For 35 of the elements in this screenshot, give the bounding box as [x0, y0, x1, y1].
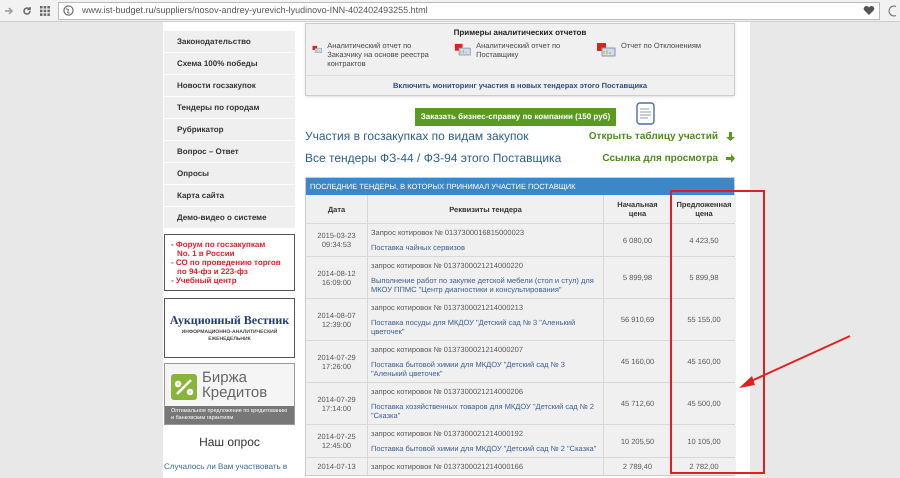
section-link[interactable]: Участия в госзакупках по видам закупок [305, 127, 589, 146]
promo-line: - СО по проведению торгов [171, 258, 282, 267]
banner-title: Кредитов [202, 385, 268, 400]
down-arrow-icon [726, 132, 735, 141]
document-icon[interactable] [636, 102, 656, 125]
promo-line: No. 1 в России [176, 249, 236, 258]
banner-title: Аукционный Вестник [170, 314, 290, 326]
sidebar-item[interactable]: Вопрос – Ответ [164, 141, 295, 162]
report-chart-icon[interactable] [596, 41, 616, 57]
section-link[interactable]: Все тендеры ФЗ-44 / ФЗ-94 этого Поставщика [305, 149, 602, 168]
right-arrow-icon [726, 154, 735, 163]
banner-title: Биржа [202, 370, 248, 385]
forward-icon[interactable] [4, 6, 14, 16]
action-link[interactable]: Открыть таблицу участий [588, 128, 718, 144]
sidebar-item[interactable]: Опросы [164, 163, 295, 184]
panel-title: Примеры аналитических отчетов [452, 27, 588, 39]
report-chart-icon[interactable] [454, 41, 472, 57]
sidebar-item[interactable]: Тендеры по городам [164, 97, 295, 118]
apps-grid-icon[interactable] [40, 6, 50, 16]
sidebar-item[interactable]: Законодательство [164, 31, 295, 52]
address-bar[interactable]: www.ist-budget.ru/suppliers/nosov-andrey-yurevich-lyudinovo-INN-402402493255.html [58, 2, 880, 20]
poll-question[interactable]: Случалось ли Вам участвовать в [164, 461, 295, 473]
sidebar-item[interactable]: Новости госзакупок [164, 75, 295, 96]
sidebar-item[interactable]: Схема 100% победы [164, 53, 295, 74]
heart-icon[interactable] [863, 5, 875, 16]
sidebar-item[interactable]: Рубрикатор [164, 119, 295, 140]
reload-icon[interactable] [22, 6, 32, 16]
promo-banner[interactable]: - Форум по госзакупкам No. 1 в России - СО по проведению торгов по 94-фз и 223-фз - Учебный центр [164, 234, 295, 291]
promo-line: по 94-фз и 223-фз [176, 267, 249, 276]
promo-line: - Форум по госзакупкам [171, 240, 266, 249]
sidebar-item[interactable]: Карта сайта [164, 185, 295, 206]
poll-title: Наш опрос [198, 434, 261, 451]
promo-line: - Учебный центр [171, 276, 238, 285]
sidebar-item[interactable]: Демо-видео о системе [164, 207, 295, 228]
action-link[interactable]: Ссылка для просмотра [602, 150, 718, 166]
